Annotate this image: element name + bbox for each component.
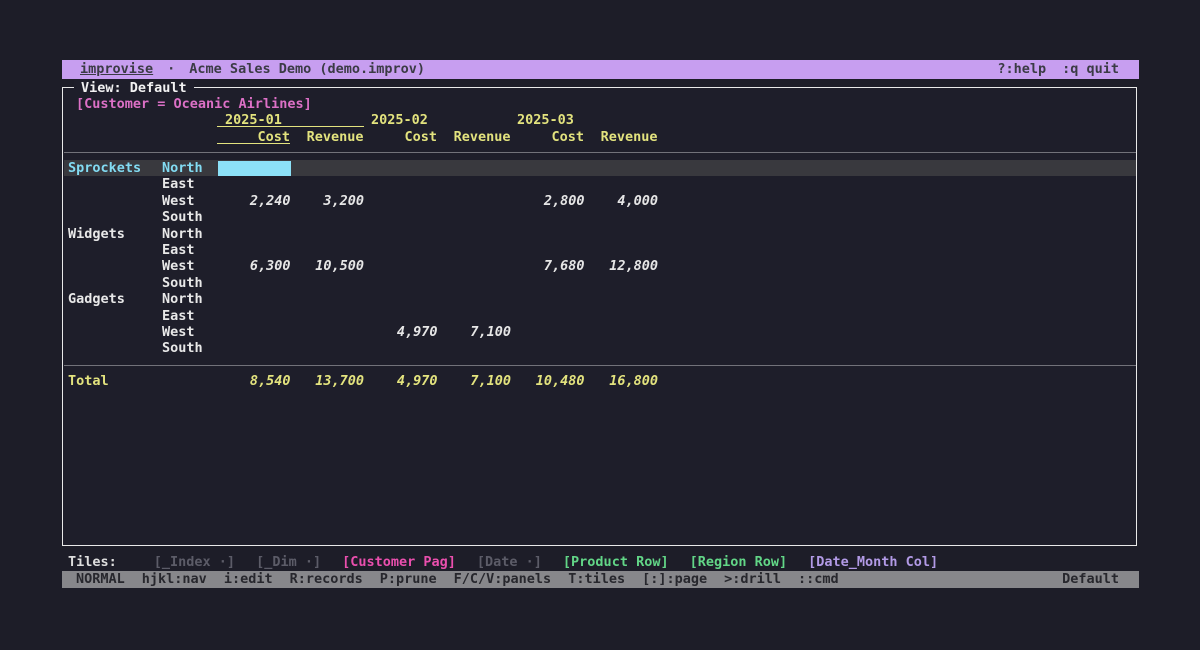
cell-value[interactable]: 4,970: [365, 324, 438, 340]
header-cost-3[interactable]: Cost: [511, 129, 584, 145]
table-row[interactable]: West 4,970 7,100: [64, 324, 1136, 340]
row-region-label: West: [162, 324, 195, 340]
cell-value[interactable]: 4,000: [585, 193, 658, 209]
total-value: 8,540: [218, 373, 291, 390]
column-group-2025-03[interactable]: 2025-03: [517, 112, 574, 128]
measure-headers: Cost Revenue Cost Revenue Cost Revenue: [0, 129, 1200, 145]
total-value: 7,100: [438, 373, 511, 390]
row-region-label: West: [162, 193, 195, 209]
status-hint: P:prune: [380, 571, 437, 588]
table-row[interactable]: South: [64, 209, 1136, 225]
row-region-label: West: [162, 258, 195, 274]
table-row[interactable]: Gadgets North: [64, 291, 1136, 307]
row-product-label: Gadgets: [68, 291, 125, 307]
tile-region-row[interactable]: [Region Row]: [690, 554, 788, 571]
column-group-headers: 2025-01 2025-02 2025-03: [0, 112, 1200, 128]
header-revenue-3[interactable]: Revenue: [585, 129, 658, 145]
tiles-bar: Tiles: [_Index ·] [_Dim ·] [Customer Pag] […: [62, 554, 1139, 571]
row-region-label: South: [162, 340, 203, 356]
status-hint: R:records: [290, 571, 363, 588]
total-label: Total: [68, 373, 109, 390]
table-row[interactable]: East: [64, 308, 1136, 324]
status-hint: [:]:page: [642, 571, 707, 588]
cell-value[interactable]: 12,800: [585, 258, 658, 274]
total-value: 13,700: [291, 373, 364, 390]
selected-group-underline: [217, 126, 364, 127]
header-revenue-1[interactable]: Revenue: [291, 129, 364, 145]
table-row[interactable]: West 2,240 3,200 2,800 4,000: [64, 193, 1136, 209]
cell-value[interactable]: 7,100: [438, 324, 511, 340]
view-title: View: Default: [74, 80, 194, 96]
header-revenue-2[interactable]: Revenue: [438, 129, 511, 145]
cell-cursor[interactable]: [218, 161, 291, 176]
cell-value[interactable]: 2,800: [512, 193, 585, 209]
row-region-label: North: [162, 160, 203, 176]
top-bar: improvise · Acme Sales Demo (demo.improv…: [62, 60, 1139, 79]
total-row: Total 8,540 13,700 4,970 7,100 10,480 16…: [64, 373, 1136, 390]
status-view-name: Default: [1062, 571, 1119, 588]
help-hint: ?:help: [997, 60, 1046, 79]
table-row[interactable]: East: [64, 176, 1136, 192]
total-value: 4,970: [365, 373, 438, 390]
mode-indicator: NORMAL: [76, 571, 125, 588]
top-bar-left: improvise · Acme Sales Demo (demo.improv…: [80, 60, 425, 79]
status-hint: ::cmd: [798, 571, 839, 588]
row-product-label: Sprockets: [68, 160, 141, 176]
row-product-label: Widgets: [68, 226, 125, 242]
tiles-label: Tiles:: [68, 554, 117, 571]
table-row[interactable]: Widgets North: [64, 226, 1136, 242]
cell-value[interactable]: 10,500: [291, 258, 364, 274]
cell-value[interactable]: 3,200: [291, 193, 364, 209]
table-rows: Sprockets North East West 2,240 3,200 2,…: [64, 160, 1136, 357]
header-cost-2[interactable]: Cost: [364, 129, 437, 145]
filter-chip[interactable]: [Customer = Oceanic Airlines]: [76, 96, 312, 112]
table-row[interactable]: West 6,300 10,500 7,680 12,800: [64, 258, 1136, 274]
table-row[interactable]: South: [64, 275, 1136, 291]
table-row[interactable]: East: [64, 242, 1136, 258]
row-region-label: South: [162, 275, 203, 291]
tile-date-month-col[interactable]: [Date_Month Col]: [808, 554, 938, 571]
title-separator-dot: ·: [167, 60, 175, 79]
cell-value[interactable]: 7,680: [512, 258, 585, 274]
total-value: 16,800: [585, 373, 658, 390]
status-hint: i:edit: [224, 571, 273, 588]
header-separator: [64, 152, 1136, 153]
terminal-screen: improvise · Acme Sales Demo (demo.improv…: [0, 0, 1200, 650]
status-hint: hjkl:nav: [142, 571, 207, 588]
app-name: improvise: [80, 60, 153, 79]
cell-value[interactable]: 6,300: [218, 258, 291, 274]
selected-column-underline: [217, 143, 290, 144]
row-region-label: North: [162, 291, 203, 307]
row-region-label: East: [162, 308, 195, 324]
total-value: 10,480: [512, 373, 585, 390]
tile-date[interactable]: [Date ·]: [477, 554, 542, 571]
row-region-label: North: [162, 226, 203, 242]
quit-hint: :q quit: [1062, 60, 1119, 79]
tile-index[interactable]: [_Index ·]: [154, 554, 235, 571]
table-row[interactable]: Sprockets North: [64, 160, 1136, 176]
tile-customer-page[interactable]: [Customer Pag]: [342, 554, 456, 571]
row-region-label: East: [162, 176, 195, 192]
status-hint: F/C/V:panels: [454, 571, 552, 588]
window-title: Acme Sales Demo (demo.improv): [189, 60, 425, 79]
row-region-label: East: [162, 242, 195, 258]
tile-dim[interactable]: [_Dim ·]: [256, 554, 321, 571]
status-hint: T:tiles: [568, 571, 625, 588]
status-bar: NORMAL hjkl:nav i:edit R:records P:prune F/C…: [62, 571, 1139, 588]
table-row[interactable]: South: [64, 340, 1136, 356]
tile-product-row[interactable]: [Product Row]: [563, 554, 669, 571]
cell-value[interactable]: 2,240: [218, 193, 291, 209]
total-separator: [64, 365, 1136, 366]
row-region-label: South: [162, 209, 203, 225]
column-group-2025-02[interactable]: 2025-02: [371, 112, 428, 128]
status-hint: >:drill: [724, 571, 781, 588]
top-bar-right: ?:help :q quit: [997, 60, 1119, 79]
